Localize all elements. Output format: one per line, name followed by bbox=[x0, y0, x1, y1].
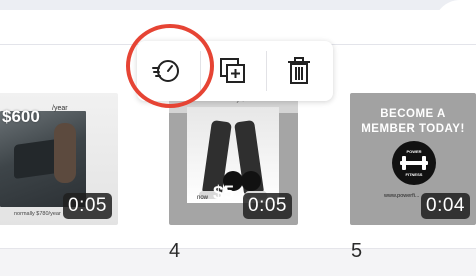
delete-button[interactable] bbox=[283, 55, 315, 87]
page-number-4: 4 bbox=[169, 240, 181, 262]
scene-3-duration: 0:04 bbox=[421, 193, 470, 219]
scene-3-url: www.powerfi... bbox=[384, 193, 420, 199]
scene-1-price: $600 bbox=[2, 107, 40, 126]
scene-1-duration: 0:05 bbox=[63, 193, 112, 219]
scene-timing-icon bbox=[152, 60, 179, 82]
duplicate-page-button[interactable] bbox=[217, 55, 249, 87]
power-fitness-logo: POWER FITNESS bbox=[392, 141, 436, 185]
duplicate-page-icon bbox=[220, 58, 245, 83]
delete-icon bbox=[288, 57, 310, 84]
scene-1-price-suffix: /year bbox=[52, 105, 68, 112]
scene-thumbnail-1[interactable]: $600 /year normally $780/year 0:05 bbox=[0, 93, 118, 225]
scene-2-price-prefix: now bbox=[197, 195, 209, 201]
page-number-row bbox=[0, 248, 476, 276]
toolbar-divider bbox=[200, 51, 201, 91]
scene-3-headline: BECOME A MEMBER TODAY! bbox=[361, 108, 465, 135]
kettlebell-icon bbox=[241, 171, 261, 191]
top-bar-panel bbox=[0, 10, 476, 44]
scene-timing-button[interactable] bbox=[150, 55, 182, 87]
top-bar bbox=[0, 0, 476, 44]
page-number-5: 5 bbox=[351, 240, 363, 262]
logo-text-top: POWER bbox=[406, 149, 422, 154]
scene-thumbnail-2[interactable]: normally $75/month now $5 0:05 bbox=[167, 89, 300, 227]
barbell-plate-left bbox=[402, 156, 406, 170]
scene-1-note: normally $780/year bbox=[14, 211, 61, 217]
toolbar-divider bbox=[266, 51, 267, 91]
barbell-plate-right bbox=[422, 156, 426, 170]
scene-2-duration: 0:05 bbox=[243, 193, 292, 219]
scene-2-price: $5 bbox=[213, 183, 235, 204]
logo-text-bottom: FITNESS bbox=[405, 172, 423, 177]
scene-toolbar bbox=[137, 41, 333, 101]
scene-thumbnail-3[interactable]: BECOME A MEMBER TODAY! POWER FITNESS www… bbox=[350, 93, 476, 225]
top-bar-notch bbox=[434, 0, 476, 44]
